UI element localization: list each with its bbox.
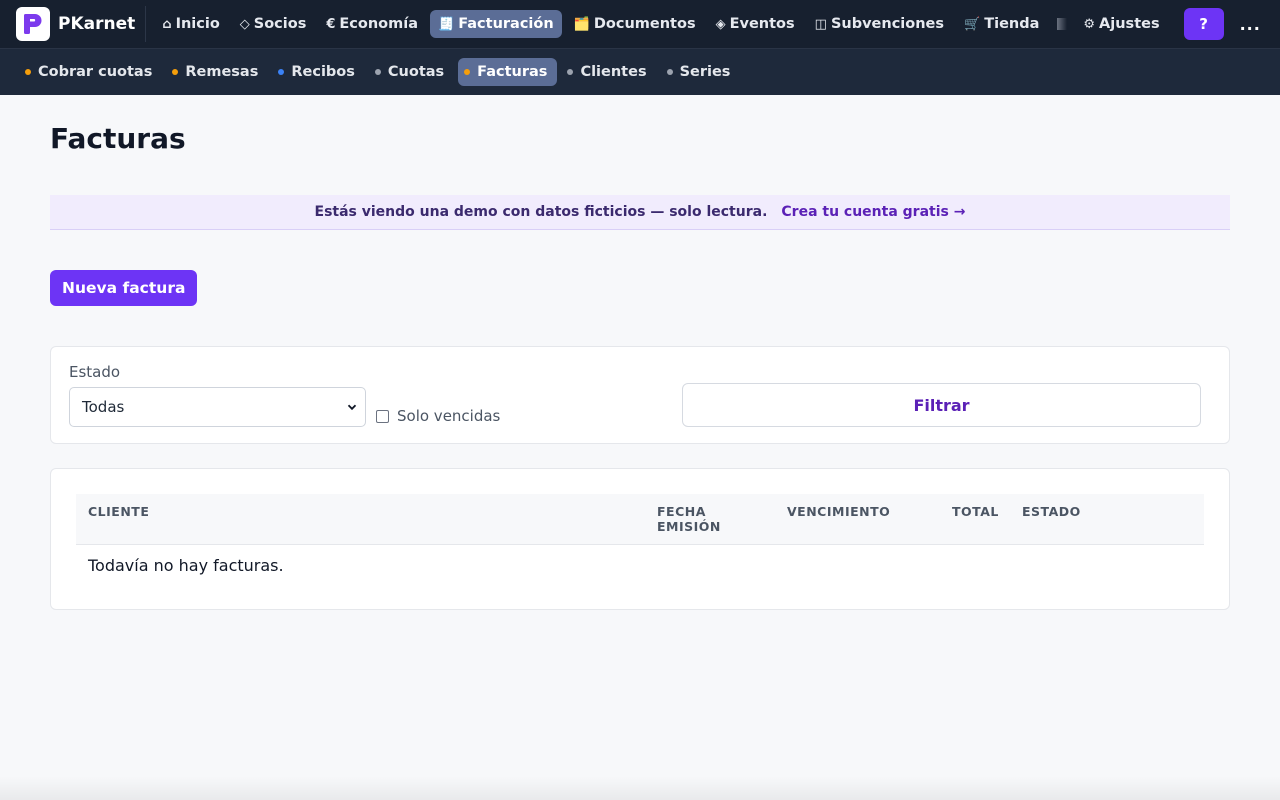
- top-navbar: PKarnet ⌂ Inicio ◇ Socios € Economía 🧾 F…: [0, 0, 1280, 48]
- page-title: Facturas: [50, 122, 186, 155]
- nav-item-tienda[interactable]: 🛒 Tienda: [956, 10, 1047, 38]
- nav-overflow-fade: [1057, 18, 1068, 30]
- estado-select-value: Todas: [82, 398, 125, 416]
- cart-icon: 🛒: [964, 16, 981, 32]
- nav-label: Documentos: [593, 16, 696, 32]
- column-header-estado[interactable]: ESTADO: [1022, 504, 1081, 519]
- column-header-vencimiento[interactable]: VENCIMIENTO: [787, 504, 890, 519]
- nav-label: Ajustes: [1099, 16, 1160, 32]
- diamond-icon: ◇: [239, 16, 250, 32]
- subnav-label: Cobrar cuotas: [38, 64, 153, 80]
- logo-icon: [16, 7, 50, 41]
- new-invoice-button[interactable]: Nueva factura: [50, 270, 198, 306]
- status-dot: [25, 69, 31, 75]
- solo-vencidas-checkbox[interactable]: [376, 409, 389, 423]
- status-dot: [464, 69, 471, 75]
- chevron-down-icon: [347, 402, 357, 412]
- receipt-icon: 🧾: [438, 16, 455, 32]
- solo-vencidas-label: Solo vencidas: [397, 407, 501, 425]
- estado-label: Estado: [69, 363, 121, 381]
- nav-item-ajustes[interactable]: ⚙ Ajustes: [1075, 10, 1167, 38]
- estado-select[interactable]: Todas: [69, 387, 366, 427]
- signup-link[interactable]: Crea tu cuenta gratis →: [781, 204, 965, 220]
- demo-banner: Estás viendo una demo con datos ficticio…: [50, 195, 1230, 230]
- nav-label: Socios: [253, 16, 307, 32]
- nav-label: Tienda: [984, 16, 1040, 32]
- status-dot: [666, 69, 673, 75]
- status-dot: [172, 69, 179, 75]
- brand[interactable]: PKarnet: [16, 6, 147, 42]
- demo-banner-text: Estás viendo una demo con datos ficticio…: [314, 204, 768, 220]
- column-header-fecha-emision[interactable]: FECHA EMISIÓN: [657, 504, 747, 534]
- subnav-label: Cuotas: [387, 64, 445, 80]
- gear-icon: ⚙: [1083, 16, 1096, 32]
- columns-icon: ◫: [814, 16, 827, 32]
- nav-label: Economía: [339, 16, 419, 32]
- subnav-item-facturas[interactable]: Facturas: [458, 58, 558, 86]
- subnav-item-cobrar-cuotas[interactable]: Cobrar cuotas: [19, 58, 162, 86]
- brand-name: PKarnet: [58, 14, 136, 34]
- nav-label: Subvenciones: [830, 16, 945, 32]
- home-icon: ⌂: [162, 16, 172, 32]
- nav-item-documentos[interactable]: 🗂️ Documentos: [566, 10, 704, 38]
- subnav-item-cuotas[interactable]: Cuotas: [369, 58, 454, 86]
- subnav-label: Facturas: [477, 64, 548, 80]
- subnav-item-recibos[interactable]: Recibos: [272, 58, 365, 86]
- nav-item-facturacion[interactable]: 🧾 Facturación: [430, 10, 562, 38]
- filter-button[interactable]: Filtrar: [682, 383, 1201, 427]
- column-header-total[interactable]: TOTAL: [952, 504, 999, 519]
- nav-item-inicio[interactable]: ⌂ Inicio: [154, 10, 228, 38]
- subnav-label: Remesas: [185, 64, 259, 80]
- column-header-cliente[interactable]: CLIENTE: [88, 504, 149, 519]
- subnav-label: Clientes: [580, 64, 647, 80]
- subnav-label: Series: [679, 64, 731, 80]
- table-header: CLIENTE FECHA EMISIÓN VENCIMIENTO TOTAL …: [76, 494, 1204, 545]
- more-menu-button[interactable]: ...: [1240, 15, 1261, 34]
- nav-label: Eventos: [729, 16, 795, 32]
- status-dot: [567, 69, 574, 75]
- euro-icon: €: [326, 16, 336, 32]
- folder-icon: 🗂️: [573, 16, 590, 32]
- main-nav: ⌂ Inicio ◇ Socios € Economía 🧾 Facturaci…: [154, 0, 1171, 48]
- nav-item-subvenciones[interactable]: ◫ Subvenciones: [807, 10, 952, 38]
- nav-item-socios[interactable]: ◇ Socios: [232, 10, 315, 38]
- nav-label: Facturación: [458, 16, 554, 32]
- bottom-edge-shadow: [0, 776, 1280, 800]
- invoices-table: CLIENTE FECHA EMISIÓN VENCIMIENTO TOTAL …: [50, 468, 1230, 610]
- subnav-item-clientes[interactable]: Clientes: [561, 58, 656, 86]
- solo-vencidas-option[interactable]: Solo vencidas: [376, 407, 500, 425]
- main-content: Facturas Estás viendo una demo con datos…: [0, 122, 1280, 610]
- nav-item-eventos[interactable]: ◈ Eventos: [708, 10, 803, 38]
- nav-item-economia[interactable]: € Economía: [318, 10, 426, 38]
- filter-panel: Estado Todas Solo vencidas Filtrar: [50, 346, 1230, 444]
- subnav-item-remesas[interactable]: Remesas: [166, 58, 268, 86]
- subnav-label: Recibos: [291, 64, 355, 80]
- event-diamond-icon: ◈: [715, 16, 726, 32]
- billing-subnav: Cobrar cuotas Remesas Recibos Cuotas Fac…: [0, 48, 1280, 95]
- subnav-item-series[interactable]: Series: [661, 58, 741, 86]
- status-dot: [278, 69, 285, 75]
- empty-state-message: Todavía no hay facturas.: [88, 555, 284, 575]
- status-dot: [374, 69, 381, 75]
- table-empty-row: Todavía no hay facturas.: [76, 545, 1204, 585]
- nav-label: Inicio: [175, 16, 220, 32]
- help-button[interactable]: ?: [1183, 8, 1224, 40]
